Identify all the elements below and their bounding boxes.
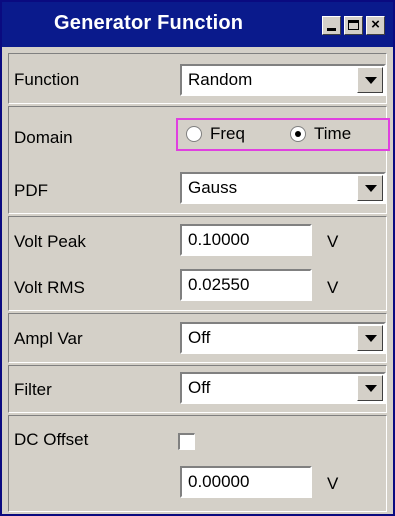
radio-freq-label[interactable]: Freq — [210, 124, 245, 144]
dc-offset-label: DC Offset — [14, 430, 89, 449]
filter-value: Off — [188, 378, 211, 397]
volt-rms-unit: V — [327, 278, 339, 297]
volt-peak-input[interactable]: 0.10000 — [180, 224, 312, 256]
pdf-dropdown-button[interactable] — [357, 175, 383, 201]
domain-radio-group: Freq Time — [176, 118, 390, 151]
function-dropdown-button[interactable] — [357, 67, 383, 93]
ampl-var-select[interactable]: Off — [180, 322, 386, 354]
generator-function-window: Generator Function × Function Random Dom… — [0, 0, 395, 516]
maximize-icon — [348, 20, 359, 30]
window-title: Generator Function — [54, 12, 244, 34]
pdf-select[interactable]: Gauss — [180, 172, 386, 204]
volt-rms-value: 0.02550 — [188, 275, 250, 294]
radio-selected-dot — [295, 131, 301, 137]
dc-offset-checkbox[interactable] — [178, 433, 195, 450]
title-bar[interactable]: Generator Function × — [2, 2, 393, 47]
function-label: Function — [14, 70, 80, 89]
pdf-label: PDF — [14, 181, 48, 200]
volt-rms-label: Volt RMS — [14, 278, 85, 297]
pdf-value: Gauss — [188, 178, 238, 197]
filter-label: Filter — [14, 380, 52, 399]
chevron-down-icon — [365, 185, 377, 192]
ampl-var-dropdown-button[interactable] — [357, 325, 383, 351]
chevron-down-icon — [365, 77, 377, 84]
function-value: Random — [188, 70, 253, 89]
ampl-var-value: Off — [188, 328, 211, 347]
dc-offset-unit: V — [327, 474, 339, 493]
dc-offset-input[interactable]: 0.00000 — [180, 466, 312, 498]
function-select[interactable]: Random — [180, 64, 386, 96]
chevron-down-icon — [365, 385, 377, 392]
radio-freq[interactable] — [186, 126, 202, 142]
maximize-button[interactable] — [344, 16, 363, 35]
domain-label: Domain — [14, 128, 73, 147]
volt-rms-input[interactable]: 0.02550 — [180, 269, 312, 301]
ampl-var-label: Ampl Var — [14, 329, 83, 348]
filter-select[interactable]: Off — [180, 372, 386, 404]
filter-dropdown-button[interactable] — [357, 375, 383, 401]
volt-peak-label: Volt Peak — [14, 232, 86, 251]
chevron-down-icon — [365, 335, 377, 342]
minimize-button[interactable] — [322, 16, 341, 35]
close-button[interactable]: × — [366, 16, 385, 35]
radio-time-label[interactable]: Time — [314, 124, 351, 144]
close-icon: × — [371, 16, 380, 33]
dc-offset-value: 0.00000 — [188, 472, 250, 491]
radio-time[interactable] — [290, 126, 306, 142]
minimize-icon — [327, 28, 336, 31]
volt-peak-unit: V — [327, 232, 339, 251]
volt-peak-value: 0.10000 — [188, 230, 250, 249]
